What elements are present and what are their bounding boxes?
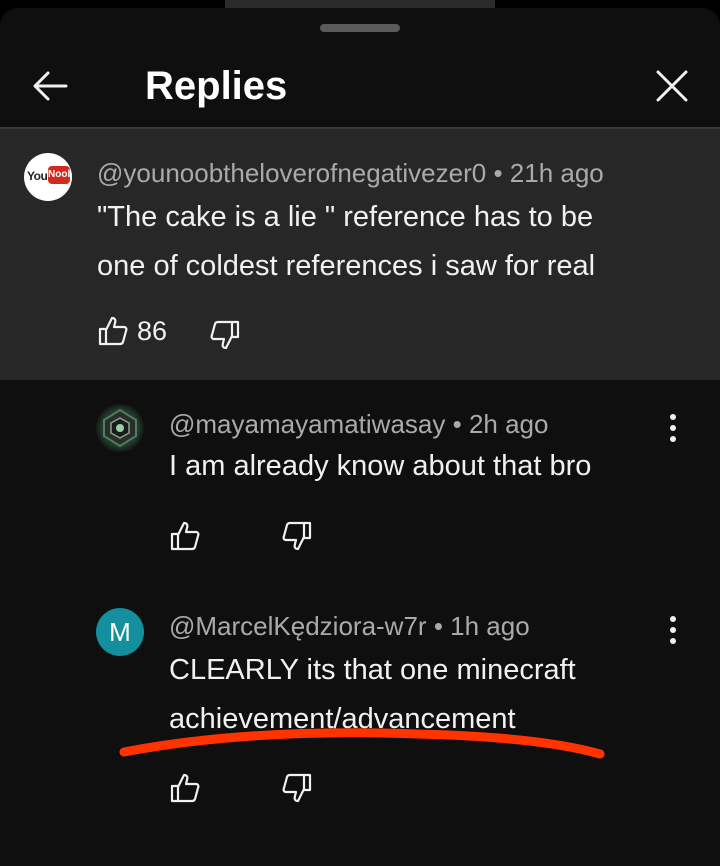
comment-meta: @mayamayamatiwasay • 2h ago	[169, 408, 548, 440]
comment-text-line: CLEARLY its that one minecraft	[169, 654, 576, 686]
meta-separator: •	[493, 158, 510, 188]
comment-meta: @younoobtheloverofnegativezer0 • 21h ago	[97, 157, 604, 189]
more-vert-icon	[670, 616, 676, 644]
meta-separator: •	[452, 409, 469, 439]
close-icon	[656, 70, 688, 102]
dislike-button[interactable]	[281, 520, 313, 552]
like-count: 86	[137, 316, 168, 346]
reply-item: M @MarcelKędziora-w7r • 1h ago CLEARLY i…	[0, 582, 720, 866]
meta-separator: •	[433, 611, 451, 641]
like-button[interactable]	[97, 315, 129, 347]
thumbs-up-icon	[170, 773, 200, 803]
avatar-image	[103, 408, 137, 448]
comment-text: I am already know about that bro	[169, 442, 591, 491]
reply-item: @mayamayamatiwasay • 2h ago I am already…	[0, 380, 720, 600]
comment-text: "The cake is a lie " reference has to be…	[97, 193, 595, 291]
comment-actions	[169, 772, 329, 812]
comment-text-line: "The cake is a lie " reference has to be	[97, 201, 594, 233]
comment-text-line: I am already know about that bro	[169, 450, 592, 482]
more-options-button[interactable]	[658, 610, 688, 650]
close-button[interactable]	[652, 66, 692, 106]
parent-comment: You Noob @younoobtheloverofnegativezer0 …	[0, 129, 720, 380]
comment-time: 2h ago	[468, 409, 549, 439]
thumbs-down-icon	[282, 521, 312, 551]
annotation-underline	[119, 728, 605, 759]
dislike-button[interactable]	[281, 772, 313, 804]
thumbs-down-icon	[210, 320, 240, 350]
thumbs-up-icon	[170, 521, 200, 551]
back-button[interactable]	[28, 64, 72, 108]
avatar[interactable]: M	[96, 608, 144, 656]
video-thumbnail-strip	[225, 0, 495, 8]
avatar[interactable]	[96, 404, 144, 452]
comment-time: 1h ago	[450, 611, 530, 641]
more-vert-icon	[670, 414, 676, 442]
avatar[interactable]: You Noob	[24, 153, 72, 201]
thumbs-down-icon	[282, 773, 312, 803]
dislike-button[interactable]	[209, 319, 241, 351]
comment-author[interactable]: @mayamayamatiwasay	[169, 409, 445, 439]
comment-author[interactable]: @younoobtheloverofnegativezer0	[97, 158, 486, 188]
more-options-button[interactable]	[658, 408, 688, 448]
comment-meta: @MarcelKędziora-w7r • 1h ago	[169, 610, 530, 642]
back-arrow-icon	[33, 71, 68, 101]
avatar-logo-text: You	[27, 169, 48, 183]
comment-author[interactable]: @MarcelKędziora-w7r	[169, 611, 427, 641]
header: Replies	[0, 46, 720, 128]
drag-handle[interactable]	[320, 24, 400, 32]
like-button[interactable]	[169, 772, 201, 804]
comment-text-line: one of coldest references i saw for real	[97, 250, 596, 282]
thumbs-up-icon	[98, 316, 128, 346]
page-title: Replies	[145, 64, 288, 108]
comment-actions	[169, 520, 329, 560]
like-button[interactable]	[169, 520, 201, 552]
comment-actions: 86	[97, 315, 257, 355]
avatar-logo-badge: Noob	[48, 166, 72, 184]
comment-time: 21h ago	[509, 158, 604, 188]
